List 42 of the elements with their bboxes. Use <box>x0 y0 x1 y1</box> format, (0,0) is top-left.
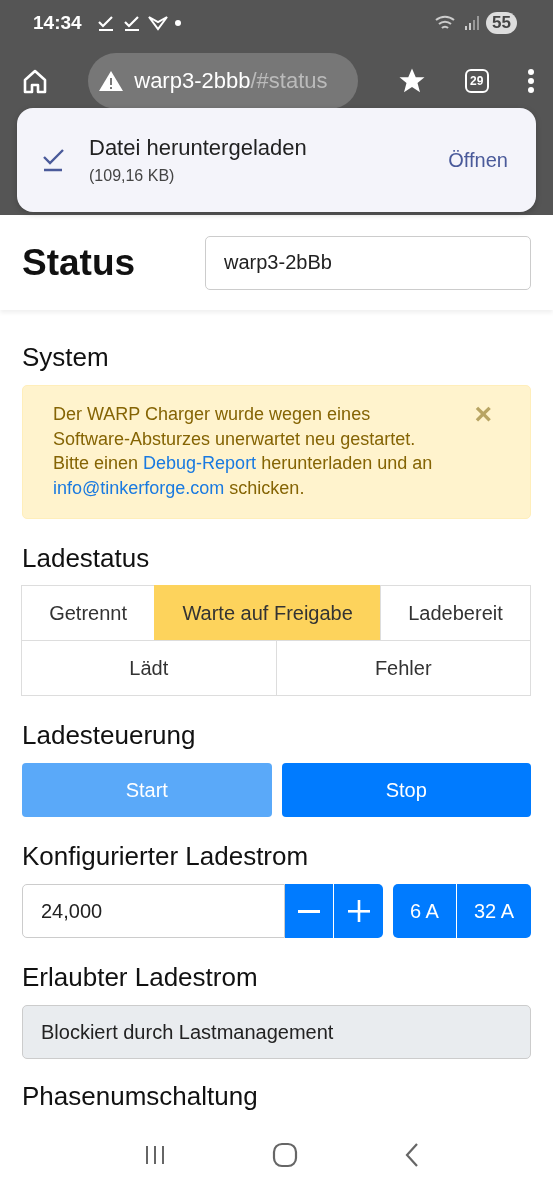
hostname-field[interactable]: warp3-2bBb <box>205 235 531 290</box>
back-icon[interactable] <box>404 1142 421 1168</box>
warning-icon <box>98 70 125 92</box>
dot-icon <box>173 19 182 27</box>
debug-report-link[interactable]: Debug-Report <box>143 453 257 473</box>
open-button[interactable]: Öffnen <box>444 144 512 176</box>
address-bar[interactable]: warp3-2bbb/#status <box>88 53 359 109</box>
more-menu-icon[interactable] <box>527 68 535 94</box>
check-icon <box>41 147 67 173</box>
clock-time: 14:34 <box>33 12 82 34</box>
triangle-logo-icon <box>147 15 168 31</box>
preset-button[interactable]: 32 A <box>456 884 531 938</box>
file-size: (109,16 KB) <box>89 167 176 185</box>
section-heading: System <box>22 342 110 372</box>
check-icon <box>121 14 142 32</box>
plus-icon <box>347 900 370 922</box>
decrease-button[interactable] <box>285 884 335 938</box>
increase-button[interactable] <box>334 884 384 938</box>
section-heading: Ladestatus <box>22 543 151 573</box>
email-link[interactable]: info@tinkerforge.com <box>53 477 225 498</box>
section-heading: Konfigurierter Ladestrom <box>22 841 310 871</box>
signal-icon <box>464 15 481 31</box>
download-title: Datei heruntergeladen <box>89 135 308 161</box>
minus-icon <box>298 909 321 913</box>
status-segment: Warte auf Freigabe <box>154 585 382 641</box>
alert-message: Der WARP Charger wurde wegen eines Software-Absturzes unerwartet neu gestartet. Bitte einen Debug-Report herunterladen und an info@tinkerforge.com schicken. <box>53 403 434 500</box>
section-heading: Erlaubter Ladestrom <box>22 962 259 992</box>
status-segment: Fehler <box>275 640 531 696</box>
home-icon[interactable] <box>272 1142 299 1168</box>
section-heading: Ladesteuerung <box>22 720 197 750</box>
page-title: Status <box>22 241 136 284</box>
status-segment: Ladebereit <box>380 585 531 641</box>
allowed-current-field: Blockiert durch Lastmanagement <box>22 1005 531 1059</box>
current-input-field[interactable]: 24,000 <box>22 884 286 938</box>
control-button[interactable]: Stop <box>281 763 531 817</box>
status-segment: Lädt <box>21 640 277 696</box>
tab-count-button[interactable]: 29 <box>464 69 489 93</box>
battery-level: 55 <box>486 12 517 34</box>
check-icon <box>95 14 116 32</box>
preset-button[interactable]: 6 A <box>393 884 457 938</box>
close-button[interactable]: × <box>474 402 492 426</box>
section-heading: Phasenumschaltung <box>22 1081 259 1111</box>
